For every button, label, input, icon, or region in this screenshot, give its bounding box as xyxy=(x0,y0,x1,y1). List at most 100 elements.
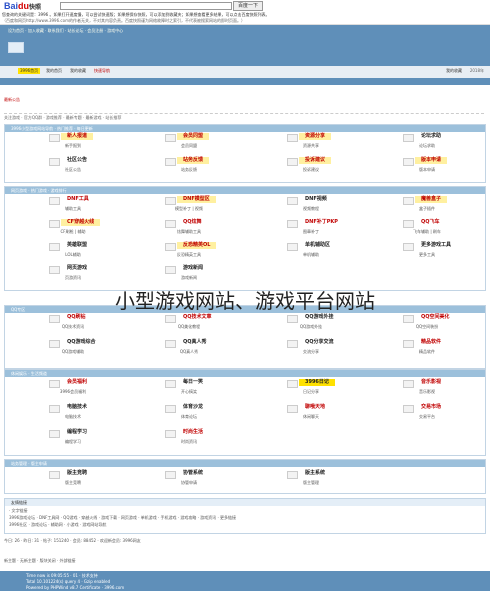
board-title[interactable]: QQ炫舞 xyxy=(177,219,208,226)
board-title[interactable]: 站务反馈 xyxy=(177,157,210,164)
board-title[interactable]: 协管系统 xyxy=(177,470,209,477)
forum-board[interactable]: QQ游戏综合 xyxy=(49,339,153,348)
forum-board[interactable]: 会员福利 xyxy=(49,379,153,388)
board-title[interactable]: DNF模型区 xyxy=(177,196,216,203)
forum-board[interactable]: QQ炫舞 xyxy=(165,219,269,228)
board-title[interactable]: 社区公告 xyxy=(61,157,93,164)
forum-board[interactable]: 版主竞聘 xyxy=(49,470,153,479)
forum-board[interactable]: 新人报道 xyxy=(49,133,153,142)
links-line[interactable]: 3996社区 · 游戏论坛 · 辅助网 · 小游戏 · 游戏网站导航 xyxy=(9,522,106,528)
section-header[interactable]: 站务管理 · 版主申请 xyxy=(5,460,485,467)
forum-board[interactable]: 交易市场 xyxy=(403,404,490,413)
topic-strip[interactable]: 关注游戏 · 官方QQ群 · 游戏推荐 · 最新专题 · 最新游戏 · 站长推荐 xyxy=(4,113,484,121)
board-title[interactable]: 版主竞聘 xyxy=(61,470,93,477)
board-title[interactable]: QQ刷钻 xyxy=(61,314,92,321)
forum-board[interactable]: QQ分享交流 xyxy=(287,339,391,348)
forum-board[interactable]: QQ游戏外挂 xyxy=(287,314,391,323)
forum-board[interactable]: 单机辅助区 xyxy=(287,242,391,251)
nav-home-button[interactable]: 3996首页 xyxy=(18,68,41,74)
board-title[interactable]: DNF补丁PKP xyxy=(299,219,344,226)
board-title[interactable]: 更多游戏工具 xyxy=(415,242,457,249)
forum-board[interactable]: 反恐精英OL xyxy=(165,242,269,251)
board-title[interactable]: QQ游戏外挂 xyxy=(299,314,340,321)
forum-board[interactable]: 编程学习 xyxy=(49,429,153,438)
board-title[interactable]: 单机辅助区 xyxy=(299,242,336,249)
board-title[interactable]: QQ飞车 xyxy=(415,219,446,226)
forum-board[interactable]: CF穿越火线 xyxy=(49,219,153,228)
forum-board[interactable]: 论坛求助 xyxy=(403,133,490,142)
search-button[interactable]: 百度一下 xyxy=(233,1,263,11)
board-title[interactable]: 会员福利 xyxy=(61,379,93,386)
section-header[interactable]: 3996小型游戏网站导航 · 热门推荐 · 每日更新 xyxy=(5,125,485,132)
forum-board[interactable]: 音乐影视 xyxy=(403,379,490,388)
forum-board[interactable]: 网页游戏 xyxy=(49,265,153,274)
board-title[interactable]: QQ空间美化 xyxy=(415,314,456,321)
forum-board[interactable]: 资源分享 xyxy=(287,133,391,142)
board-title[interactable]: DNF视频 xyxy=(299,196,333,203)
forum-board[interactable]: 3996日记 xyxy=(287,379,391,388)
forum-board[interactable]: 投诉建议 xyxy=(287,157,391,166)
forum-board[interactable]: DNF模型区 xyxy=(165,196,269,205)
board-title[interactable]: 编程学习 xyxy=(61,429,93,436)
forum-board[interactable]: 版本申请 xyxy=(403,157,490,166)
section-header[interactable]: 网页游戏 · 热门游戏 · 游戏排行 xyxy=(5,187,485,194)
board-title[interactable]: QQ游戏综合 xyxy=(61,339,102,346)
nav-favorites-link[interactable]: 我的收藏 xyxy=(446,68,462,74)
board-title[interactable]: 魔兽盒子 xyxy=(415,196,448,203)
forum-board[interactable]: 会员同盟 xyxy=(165,133,269,142)
forum-board[interactable]: DNF补丁PKP xyxy=(287,219,391,228)
forum-board[interactable]: 英雄联盟 xyxy=(49,242,153,251)
board-title[interactable]: 聊哦天地 xyxy=(299,404,331,411)
board-title[interactable]: 电脑技术 xyxy=(61,404,93,411)
forum-board[interactable]: 每日一笑 xyxy=(165,379,269,388)
board-title[interactable]: 反恐精英OL xyxy=(177,242,217,249)
search-input[interactable] xyxy=(60,2,232,10)
forum-board[interactable]: 站务反馈 xyxy=(165,157,269,166)
section-header[interactable]: 休闲娱乐 · 生活频道 xyxy=(5,370,485,377)
board-title[interactable]: QQ真人秀 xyxy=(177,339,213,346)
forum-board[interactable]: 更多游戏工具 xyxy=(403,242,490,251)
board-title[interactable]: 投诉建议 xyxy=(299,157,332,164)
forum-board[interactable]: 协管系统 xyxy=(165,470,269,479)
board-title[interactable]: QQ技术文章 xyxy=(177,314,218,321)
forum-board[interactable]: DNF视频 xyxy=(287,196,391,205)
board-title[interactable]: 游戏新闻 xyxy=(177,265,209,272)
board-title[interactable]: 英雄联盟 xyxy=(61,242,93,249)
links-line[interactable]: 3996游戏论坛 · DNF工具网 · QQ游戏 · 穿越火线 · 游戏下载 ·… xyxy=(9,515,236,521)
board-title[interactable]: 会员同盟 xyxy=(177,133,210,140)
forum-board[interactable]: QQ空间美化 xyxy=(403,314,490,323)
forum-board[interactable]: QQ技术文章 xyxy=(165,314,269,323)
board-title[interactable]: 新人报道 xyxy=(61,133,94,140)
board-title[interactable]: CF穿越火线 xyxy=(61,219,101,226)
forum-board[interactable]: QQ刷钻 xyxy=(49,314,153,323)
header-top-links[interactable]: 设为首页 · 加入收藏 · 联系我们 · 站长论坛 · 会员注册 · 游戏中心 xyxy=(8,28,123,34)
board-title[interactable]: 时尚生活 xyxy=(177,429,209,436)
forum-board[interactable]: 体育沙龙 xyxy=(165,404,269,413)
board-title[interactable]: 论坛求助 xyxy=(415,133,447,140)
forum-board[interactable]: 精品软件 xyxy=(403,339,490,348)
footer-line-3[interactable]: Powered by PHPWind v8.7 Certificate · 39… xyxy=(26,585,124,590)
board-title[interactable]: QQ分享交流 xyxy=(299,339,340,346)
forum-board[interactable]: DNF工具 xyxy=(49,196,153,205)
board-title[interactable]: 音乐影视 xyxy=(415,379,447,386)
board-title[interactable]: 精品软件 xyxy=(415,339,447,346)
forum-board[interactable]: 游戏新闻 xyxy=(165,265,269,274)
nav-tab-quick-nav[interactable]: 快速导航 xyxy=(94,68,110,74)
board-title[interactable]: 版主系统 xyxy=(299,470,331,477)
nav-tab-my-home[interactable]: 我的首页 xyxy=(46,68,62,74)
forum-board[interactable]: 版主系统 xyxy=(287,470,391,479)
forum-board[interactable]: 时尚生活 xyxy=(165,429,269,438)
forum-board[interactable]: 电脑技术 xyxy=(49,404,153,413)
board-title[interactable]: 3996日记 xyxy=(299,379,335,386)
forum-board[interactable]: QQ真人秀 xyxy=(165,339,269,348)
board-title[interactable]: 资源分享 xyxy=(299,133,332,140)
board-title[interactable]: DNF工具 xyxy=(61,196,95,203)
forum-board[interactable]: 社区公告 xyxy=(49,157,153,166)
announcement-strip[interactable]: 最新公告 xyxy=(4,96,484,103)
forum-board[interactable]: 聊哦天地 xyxy=(287,404,391,413)
board-title[interactable]: 网页游戏 xyxy=(61,265,93,272)
nav-tab-my-favorites[interactable]: 我的收藏 xyxy=(70,68,86,74)
forum-board[interactable]: 魔兽盒子 xyxy=(403,196,490,205)
board-title[interactable]: 版本申请 xyxy=(415,157,448,164)
board-title[interactable]: 体育沙龙 xyxy=(177,404,209,411)
